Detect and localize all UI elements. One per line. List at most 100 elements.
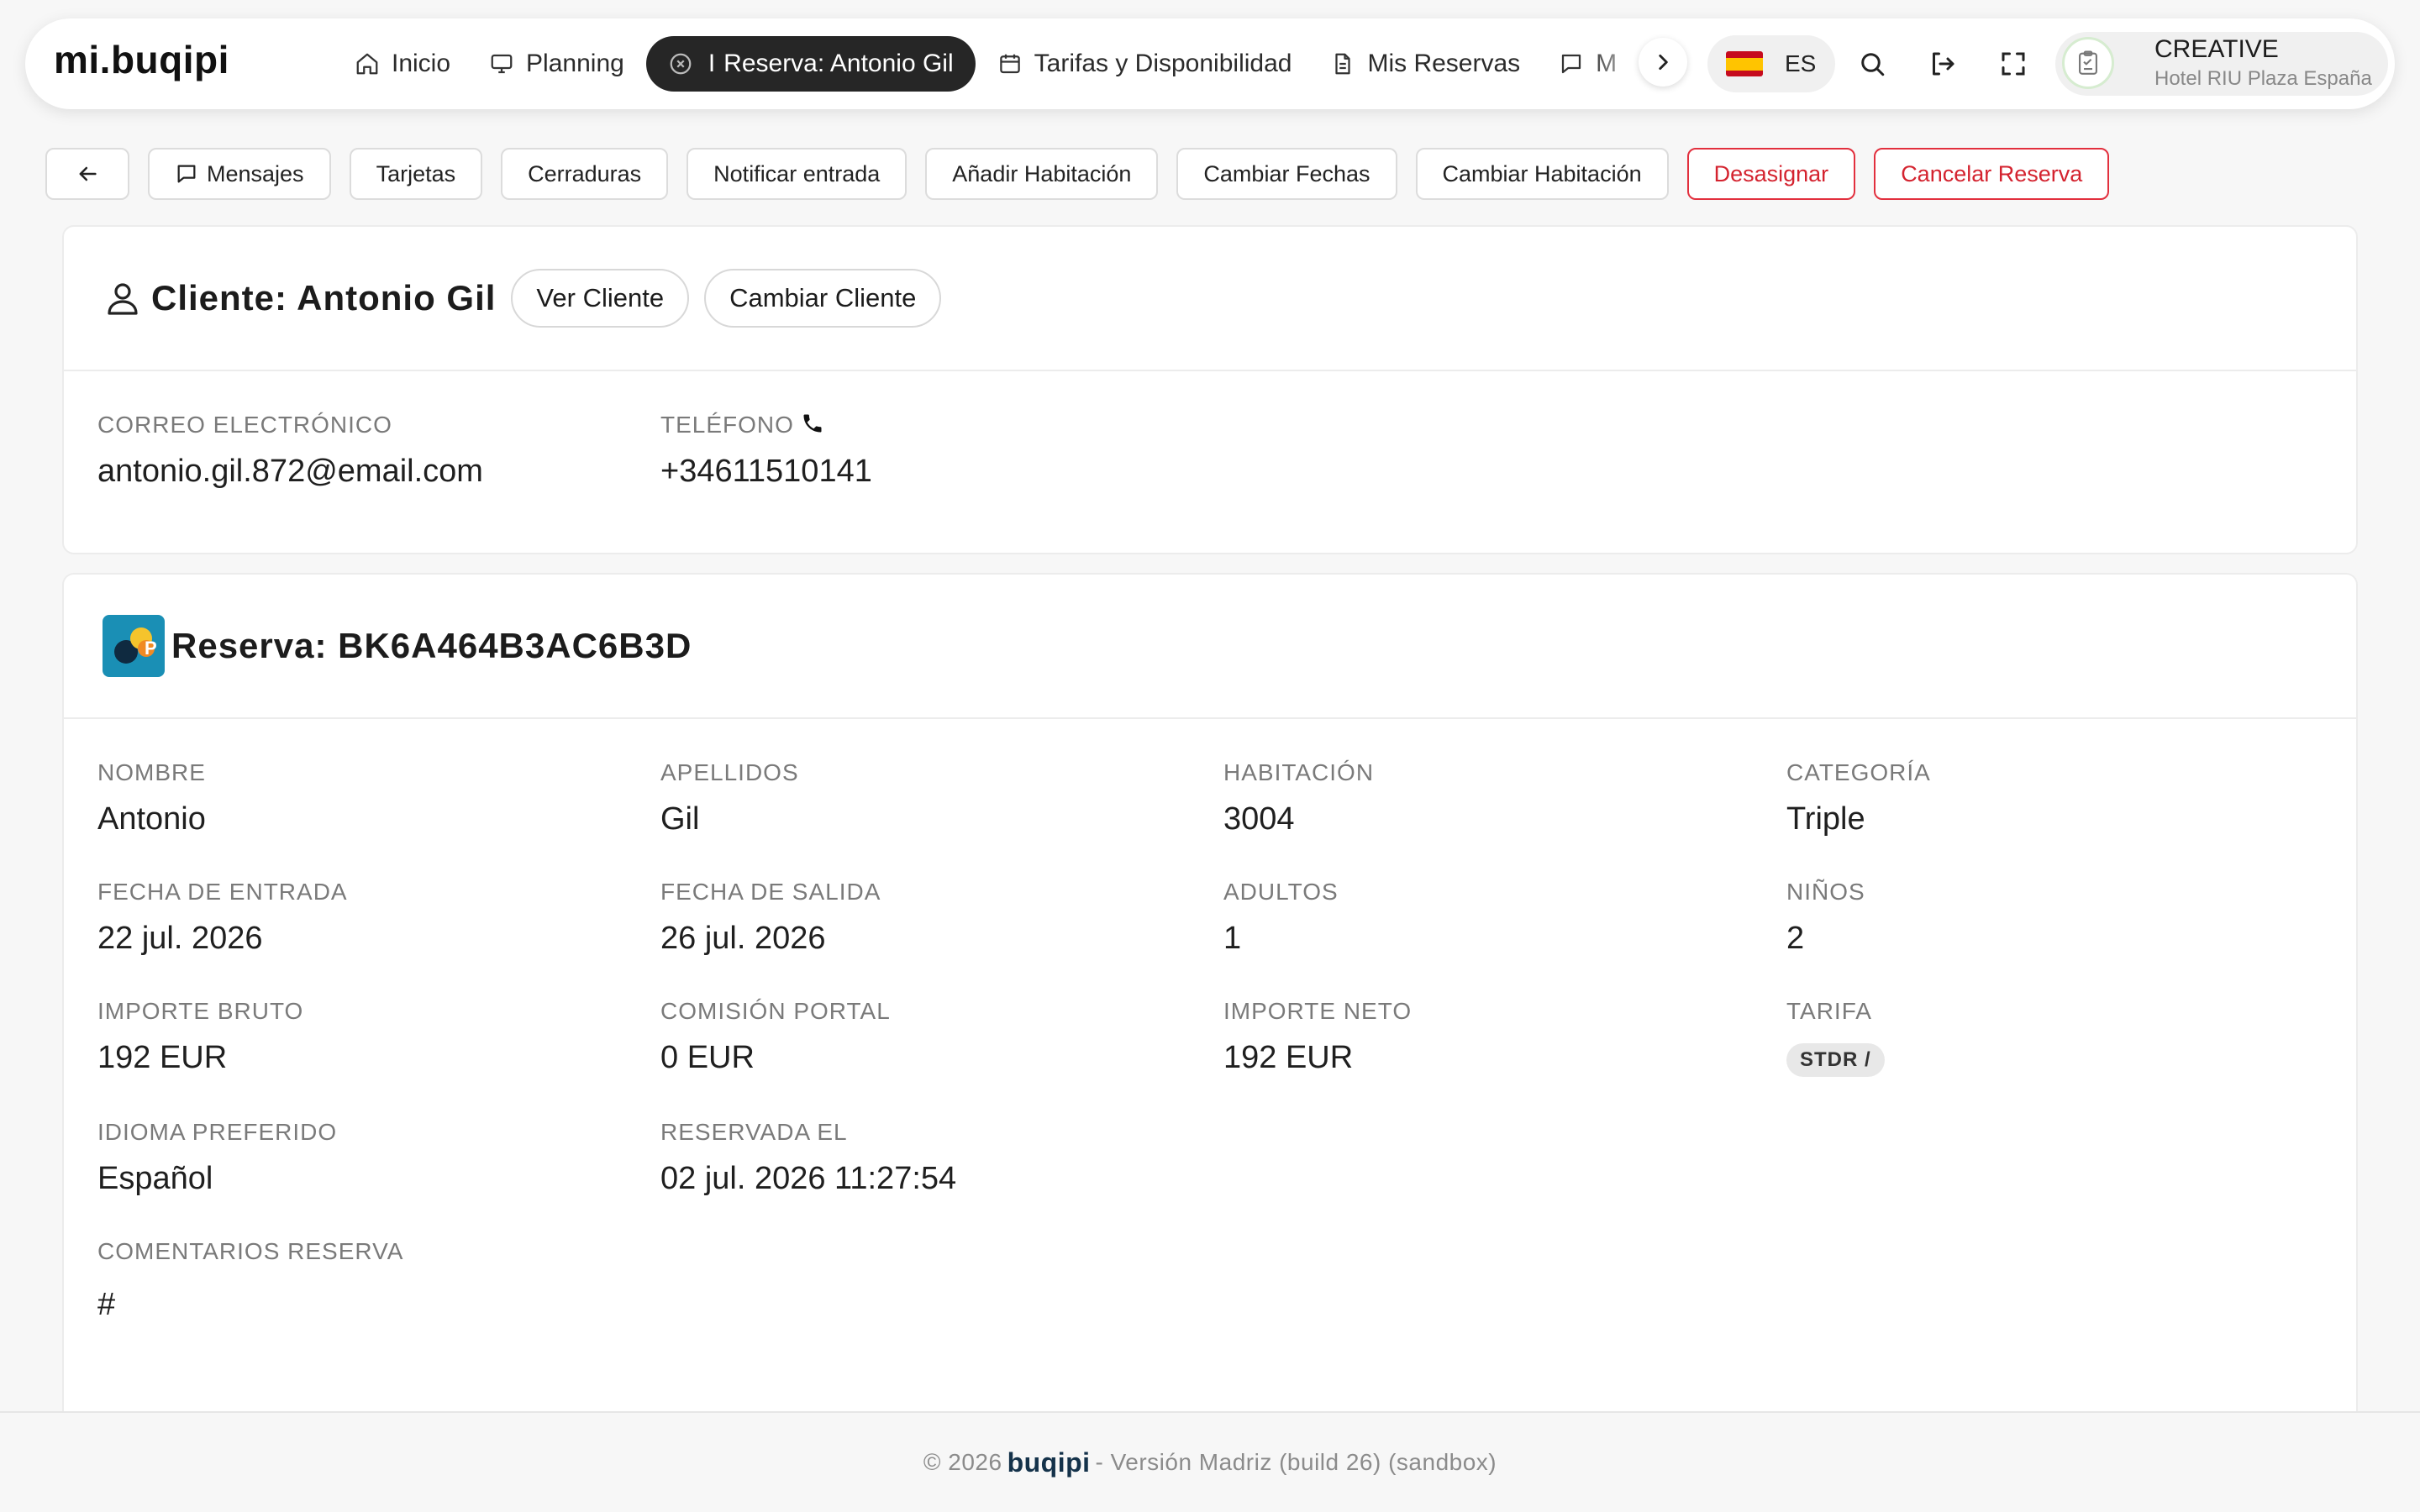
nav-item-tarifas[interactable]: Tarifas y Disponibilidad [981, 36, 1309, 92]
nav-item-inicio[interactable]: Inicio [338, 36, 467, 92]
change-dates-button[interactable]: Cambiar Fechas [1176, 148, 1397, 200]
add-room-button[interactable]: Añadir Habitación [925, 148, 1159, 200]
field-label: CORREO ELECTRÓNICO [97, 412, 392, 438]
close-circle-icon[interactable] [668, 51, 693, 76]
message-icon [1562, 54, 1581, 74]
fullscreen-icon [2002, 52, 2025, 76]
unassign-button[interactable]: Desasignar [1686, 148, 1856, 200]
field-label: COMISIÓN PORTAL [660, 998, 891, 1024]
client-email-field: CORREO ELECTRÓNICO antonio.gil.872@email… [97, 412, 483, 490]
profile-hotel: Hotel RIU Plaza España [2154, 67, 2372, 90]
field-label: RESERVADA EL [660, 1119, 848, 1145]
footer-copyright: © 2026 [923, 1449, 1002, 1475]
view-client-button[interactable]: Ver Cliente [511, 269, 690, 328]
nav-item-mis-reservas[interactable]: Mis Reservas [1313, 36, 1537, 92]
field-value: 192 EUR [97, 1040, 228, 1075]
field-habitacion: HABITACIÓN 3004 [1223, 759, 1374, 837]
field-value: 0 EUR [660, 1040, 755, 1075]
field-value: 02 jul. 2026 11:27:54 [660, 1161, 957, 1196]
booking-card-header: P Reserva: BK6A464B3AC6B3D [64, 575, 2356, 719]
button-label: Mensajes [207, 160, 304, 186]
spain-flag-icon [1726, 51, 1763, 76]
field-label: HABITACIÓN [1223, 759, 1375, 785]
footer-version: - Versión Madriz (build 26) (sandbox) [1095, 1449, 1497, 1475]
nav-item-label: Tarifas y Disponibilidad [1034, 50, 1292, 77]
locks-button[interactable]: Cerraduras [501, 148, 669, 200]
field-value: Antonio [97, 801, 206, 837]
field-reservada-el: RESERVADA EL 02 jul. 2026 11:27:54 [660, 1119, 956, 1197]
language-selector[interactable]: ES [1707, 35, 1835, 92]
field-label: IDIOMA PREFERIDO [97, 1119, 338, 1145]
fullscreen-button[interactable] [1990, 40, 2037, 87]
field-label: COMENTARIOS RESERVA [97, 1238, 404, 1264]
field-label: APELLIDOS [660, 759, 799, 785]
client-email: antonio.gil.872@email.com [97, 454, 483, 489]
field-label: NIÑOS [1786, 879, 1865, 905]
back-button[interactable] [45, 148, 129, 200]
clipboard-avatar-icon [2062, 37, 2114, 89]
change-client-button[interactable]: Cambiar Cliente [704, 269, 942, 328]
field-value: Español [97, 1161, 213, 1196]
app-logo[interactable]: mi.buqipi [54, 37, 229, 82]
chevron-right-icon [1659, 55, 1668, 70]
logout-button[interactable] [1919, 40, 1966, 87]
nav-scroll-right-button[interactable] [1639, 38, 1687, 87]
field-value: 1 [1223, 921, 1242, 956]
field-fecha-salida: FECHA DE SALIDA 26 jul. 2026 [660, 879, 881, 957]
client-card: Cliente: Antonio Gil Ver Cliente Cambiar… [62, 225, 2358, 554]
reservation-actions-toolbar: Mensajes Tarjetas Cerraduras Notificar e… [45, 148, 2128, 200]
logout-icon [1933, 52, 1954, 76]
field-importe-neto: IMPORTE NETO 192 EUR [1223, 998, 1412, 1076]
phone-icon[interactable] [801, 412, 824, 435]
footer-brand[interactable]: buqipi [1007, 1447, 1091, 1478]
field-value: 26 jul. 2026 [660, 921, 826, 956]
rate-badge: STDR / [1786, 1043, 1885, 1077]
user-profile[interactable]: CREATIVE Hotel RIU Plaza España [2055, 32, 2388, 96]
messages-button[interactable]: Mensajes [148, 148, 331, 200]
page: mi.buqipi Inicio Planning I Reserva: Ant… [0, 0, 2420, 1512]
field-ninos: NIÑOS 2 [1786, 879, 1865, 957]
nav-item-label: Reserva: Antonio Gil [723, 50, 954, 77]
home-icon [356, 53, 378, 75]
booking-title: Reserva: BK6A464B3AC6B3D [171, 626, 692, 665]
field-label: FECHA DE SALIDA [660, 879, 881, 905]
field-tarifa: TARIFA STDR / [1786, 998, 1885, 1077]
field-importe-bruto: IMPORTE BRUTO 192 EUR [97, 998, 303, 1076]
field-label: ADULTOS [1223, 879, 1339, 905]
client-phone-field: TELÉFONO +34611510141 [660, 412, 872, 490]
top-navigation-bar: mi.buqipi Inicio Planning I Reserva: Ant… [25, 18, 2395, 109]
field-apellidos: APELLIDOS Gil [660, 759, 799, 837]
field-label: TELÉFONO [660, 412, 872, 438]
monitor-icon [491, 54, 513, 74]
channel-logo-icon: P [103, 615, 165, 677]
field-label: IMPORTE BRUTO [97, 998, 304, 1024]
client-card-header: Cliente: Antonio Gil Ver Cliente Cambiar… [64, 227, 2356, 371]
svg-text:P: P [145, 638, 157, 659]
change-room-button[interactable]: Cambiar Habitación [1415, 148, 1669, 200]
nav-item-planning[interactable]: Planning [472, 36, 641, 92]
field-idioma: IDIOMA PREFERIDO Español [97, 1119, 337, 1197]
nav-item-reserva-active[interactable]: I Reserva: Antonio Gil [645, 36, 976, 92]
nav-tabs: Inicio Planning I Reserva: Antonio Gil T… [338, 18, 1647, 109]
field-label: TARIFA [1786, 998, 1872, 1024]
search-button[interactable] [1849, 40, 1896, 87]
field-value: # [97, 1287, 116, 1322]
booking-card: P Reserva: BK6A464B3AC6B3D NOMBRE Antoni… [62, 573, 2358, 1421]
search-icon [1861, 53, 1885, 76]
field-label: IMPORTE NETO [1223, 998, 1413, 1024]
nav-item-label: Mis Reservas [1367, 50, 1521, 77]
tab-separator: I [708, 50, 716, 77]
field-label: FECHA DE ENTRADA [97, 879, 348, 905]
field-nombre: NOMBRE Antonio [97, 759, 206, 837]
field-categoria: CATEGORÍA Triple [1786, 759, 1931, 837]
field-value: 2 [1786, 921, 1805, 956]
field-label: CATEGORÍA [1786, 759, 1931, 785]
message-icon [177, 165, 196, 183]
field-comision-portal: COMISIÓN PORTAL 0 EUR [660, 998, 891, 1076]
cancel-reservation-button[interactable]: Cancelar Reserva [1874, 148, 2110, 200]
field-fecha-entrada: FECHA DE ENTRADA 22 jul. 2026 [97, 879, 348, 957]
arrow-left-icon [79, 166, 97, 181]
nav-item-label: Planning [526, 50, 624, 77]
notify-checkin-button[interactable]: Notificar entrada [687, 148, 908, 200]
cards-button[interactable]: Tarjetas [349, 148, 483, 200]
